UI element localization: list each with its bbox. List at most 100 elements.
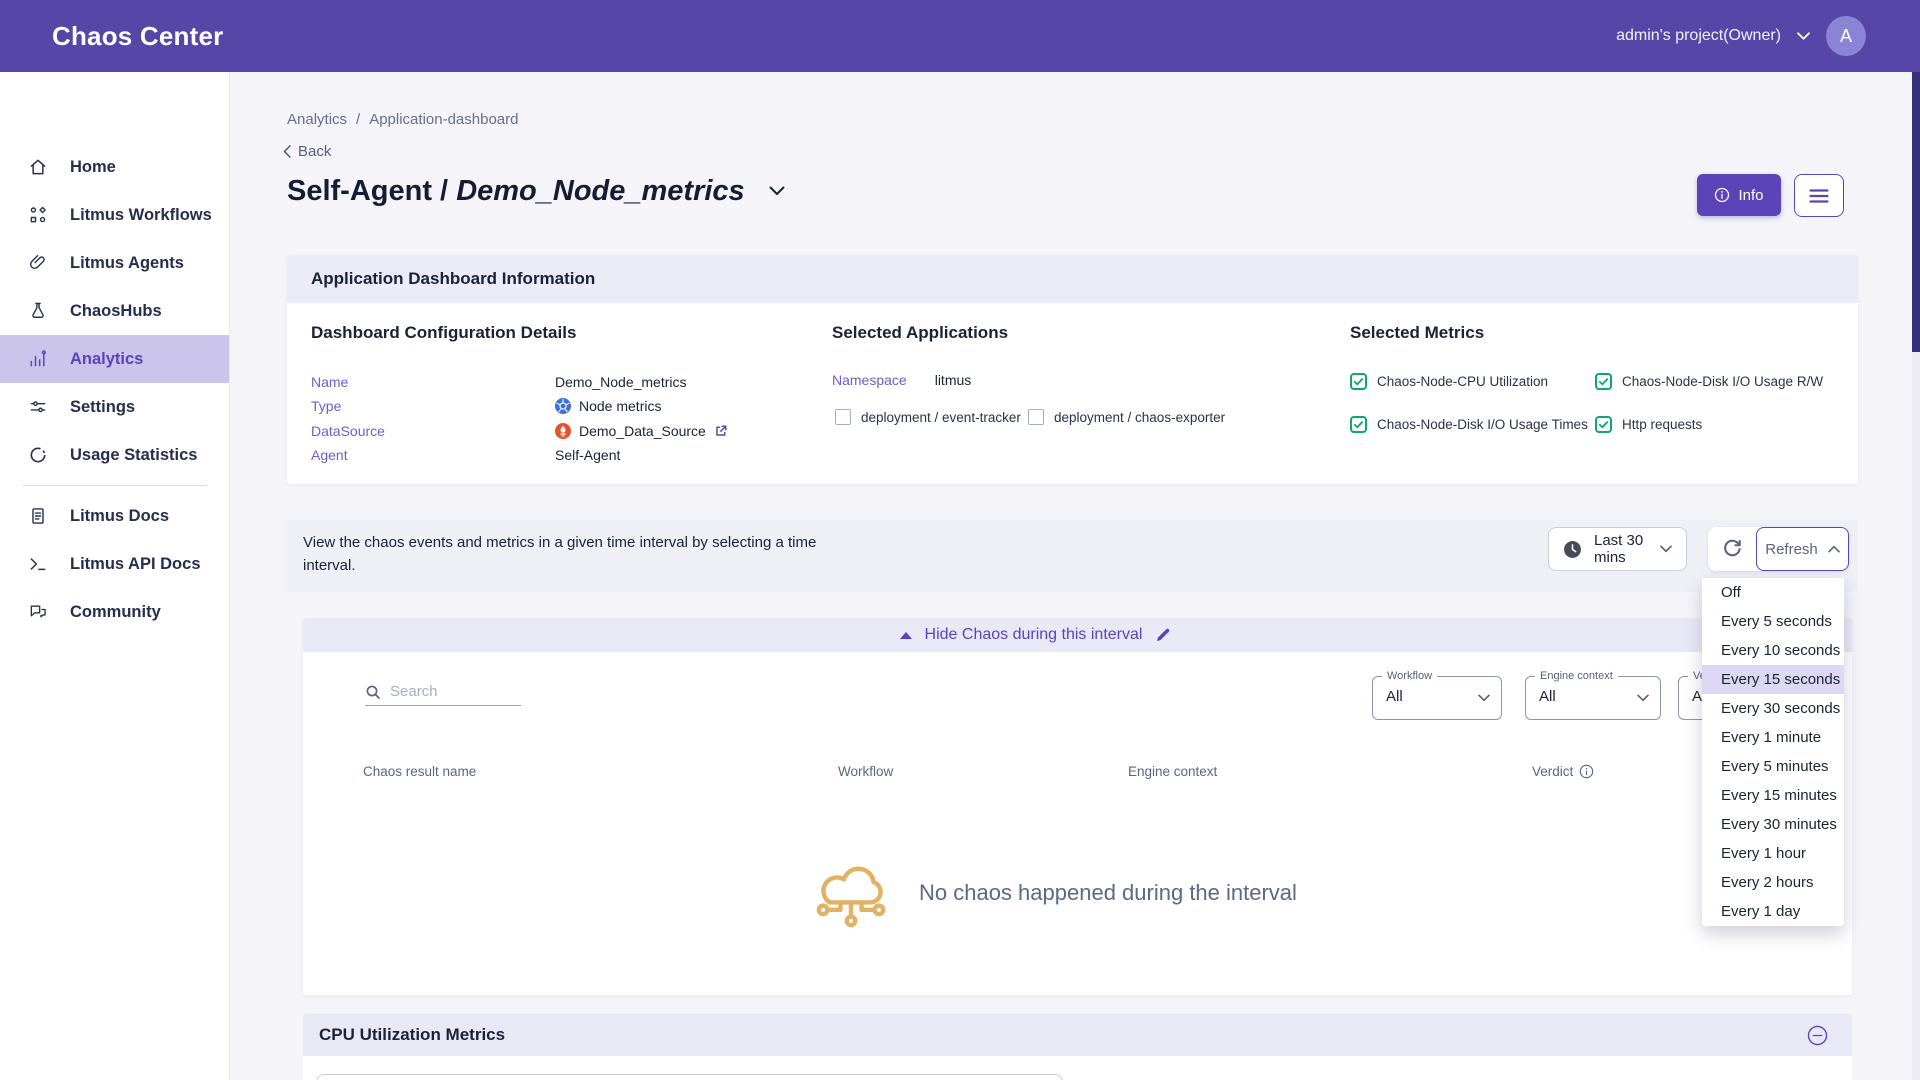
refresh-option-5s[interactable]: Every 5 seconds xyxy=(1702,607,1844,636)
sidebar-item-chaoshubs[interactable]: ChaosHubs xyxy=(0,287,229,335)
applications-title: Selected Applications xyxy=(832,323,1008,343)
search-icon xyxy=(365,684,381,700)
metric-checkbox-disk-times[interactable]: Chaos-Node-Disk I/O Usage Times xyxy=(1350,416,1588,433)
title-chevron-down-icon[interactable] xyxy=(769,186,785,196)
hamburger-icon xyxy=(1809,189,1829,203)
breadcrumb-analytics[interactable]: Analytics xyxy=(287,111,347,128)
refresh-option-15s[interactable]: Every 15 seconds xyxy=(1702,665,1844,694)
checkbox-checked[interactable] xyxy=(1595,373,1612,390)
sidebar-divider xyxy=(23,485,207,486)
breadcrumb-separator: / xyxy=(356,111,360,128)
pencil-icon[interactable] xyxy=(1155,627,1171,643)
refresh-option-2h[interactable]: Every 2 hours xyxy=(1702,868,1844,897)
scrollbar-thumb[interactable] xyxy=(1912,72,1920,352)
document-icon xyxy=(28,506,48,526)
dashboard-menu-button[interactable] xyxy=(1794,174,1844,217)
metric-checkbox-cpu[interactable]: Chaos-Node-CPU Utilization xyxy=(1350,373,1548,390)
chevron-down-icon[interactable] xyxy=(1797,32,1810,40)
column-verdict: Verdict xyxy=(1532,764,1594,779)
caret-up-icon xyxy=(900,632,912,639)
cpu-section-body xyxy=(303,1056,1852,1080)
workflow-filter[interactable]: Workflow All xyxy=(1372,676,1502,720)
refresh-option-5m[interactable]: Every 5 minutes xyxy=(1702,752,1844,781)
sidebar-item-usage-statistics[interactable]: Usage Statistics xyxy=(0,431,229,479)
namespace-row: Namespace litmus xyxy=(832,372,971,388)
refresh-interval-dropdown[interactable]: Refresh xyxy=(1756,527,1849,571)
page-title: Self-Agent / Demo_Node_metrics xyxy=(287,175,745,208)
cpu-section-title: CPU Utilization Metrics xyxy=(319,1025,1807,1045)
refresh-controls: Refresh xyxy=(1708,527,1849,571)
column-workflow: Workflow xyxy=(838,764,893,779)
refresh-option-10s[interactable]: Every 10 seconds xyxy=(1702,636,1844,665)
app-title: Chaos Center xyxy=(52,0,223,72)
breadcrumb: Analytics / Application-dashboard xyxy=(287,111,518,128)
refresh-option-off[interactable]: Off xyxy=(1702,578,1844,607)
metric-checkbox-http[interactable]: Http requests xyxy=(1595,416,1702,433)
sidebar-item-community[interactable]: Community xyxy=(0,588,229,636)
project-selector-label[interactable]: admin's project(Owner) xyxy=(1616,27,1781,45)
chaos-center-page: Chaos Center admin's project(Owner) A Ho… xyxy=(0,0,1920,1080)
sidebar: Home Litmus Workflows Litmus Agents Chao… xyxy=(0,72,230,1080)
chevron-up-icon xyxy=(1828,545,1840,553)
node-metrics-type-icon xyxy=(555,398,571,414)
application-dashboard-information-panel: Application Dashboard Information Dashbo… xyxy=(287,255,1858,484)
workflows-icon xyxy=(28,205,48,225)
config-row-agent: Agent Self-Agent xyxy=(311,443,620,467)
refresh-option-1m[interactable]: Every 1 minute xyxy=(1702,723,1844,752)
checkbox-checked[interactable] xyxy=(1350,416,1367,433)
home-icon xyxy=(28,157,48,177)
chat-bubbles-icon xyxy=(28,602,48,622)
chevron-left-icon xyxy=(283,145,291,158)
sidebar-item-litmus-docs[interactable]: Litmus Docs xyxy=(0,492,229,540)
info-icon xyxy=(1714,187,1730,203)
refresh-option-30s[interactable]: Every 30 seconds xyxy=(1702,694,1844,723)
sidebar-item-analytics[interactable]: Analytics xyxy=(0,335,229,383)
collapse-minus-icon[interactable] xyxy=(1807,1025,1828,1046)
refresh-option-30m[interactable]: Every 30 minutes xyxy=(1702,810,1844,839)
external-link-icon[interactable] xyxy=(714,424,728,438)
breadcrumb-application-dashboard: Application-dashboard xyxy=(369,111,518,128)
interval-description: View the chaos events and metrics in a g… xyxy=(303,531,848,577)
sliders-icon xyxy=(28,397,48,417)
cpu-utilization-section-header: CPU Utilization Metrics xyxy=(303,1014,1852,1056)
sidebar-item-home[interactable]: Home xyxy=(0,143,229,191)
application-checkbox-event-tracker[interactable]: deployment / event-tracker xyxy=(835,409,1021,425)
top-header: Chaos Center admin's project(Owner) A xyxy=(0,0,1920,72)
avatar[interactable]: A xyxy=(1826,16,1866,56)
info-circle-icon[interactable] xyxy=(1579,764,1594,779)
cpu-chart-panel-edge xyxy=(316,1074,1063,1080)
hide-chaos-toggle[interactable]: Hide Chaos during this interval xyxy=(303,618,1852,652)
scrollbar[interactable] xyxy=(1912,72,1920,1080)
cloud-network-icon xyxy=(811,858,891,928)
checkbox-checked[interactable] xyxy=(1350,373,1367,390)
config-row-datasource: DataSource Demo_Data_Source xyxy=(311,419,728,443)
refresh-option-1h[interactable]: Every 1 hour xyxy=(1702,839,1844,868)
sidebar-item-settings[interactable]: Settings xyxy=(0,383,229,431)
checkbox-unchecked[interactable] xyxy=(1028,409,1044,425)
application-checkbox-chaos-exporter[interactable]: deployment / chaos-exporter xyxy=(1028,409,1225,425)
prometheus-icon xyxy=(555,423,571,439)
dashboard-name: Demo_Node_metrics xyxy=(456,175,745,207)
back-button[interactable]: Back xyxy=(283,143,331,160)
chevron-down-icon xyxy=(1637,694,1649,702)
empty-message: No chaos happened during the interval xyxy=(919,880,1297,906)
sidebar-item-litmus-agents[interactable]: Litmus Agents xyxy=(0,239,229,287)
clock-icon xyxy=(1563,540,1582,559)
refresh-option-1d[interactable]: Every 1 day xyxy=(1702,897,1844,926)
checkbox-unchecked[interactable] xyxy=(835,409,851,425)
flask-icon xyxy=(28,301,48,321)
time-range-select[interactable]: Last 30 mins xyxy=(1548,527,1687,571)
sidebar-item-litmus-api-docs[interactable]: Litmus API Docs xyxy=(0,540,229,588)
checkbox-checked[interactable] xyxy=(1595,416,1612,433)
refresh-now-button[interactable] xyxy=(1708,527,1756,571)
engine-context-filter[interactable]: Engine context All xyxy=(1525,676,1661,720)
search-input[interactable] xyxy=(390,683,510,700)
refresh-interval-menu: Off Every 5 seconds Every 10 seconds Eve… xyxy=(1702,578,1844,926)
column-chaos-result-name: Chaos result name xyxy=(363,764,476,779)
config-row-name: Name Demo_Node_metrics xyxy=(311,370,687,394)
sidebar-item-litmus-workflows[interactable]: Litmus Workflows xyxy=(0,191,229,239)
chevron-down-icon xyxy=(1478,694,1490,702)
metric-checkbox-disk-rw[interactable]: Chaos-Node-Disk I/O Usage R/W xyxy=(1595,373,1823,390)
info-button[interactable]: Info xyxy=(1697,174,1781,216)
refresh-option-15m[interactable]: Every 15 minutes xyxy=(1702,781,1844,810)
